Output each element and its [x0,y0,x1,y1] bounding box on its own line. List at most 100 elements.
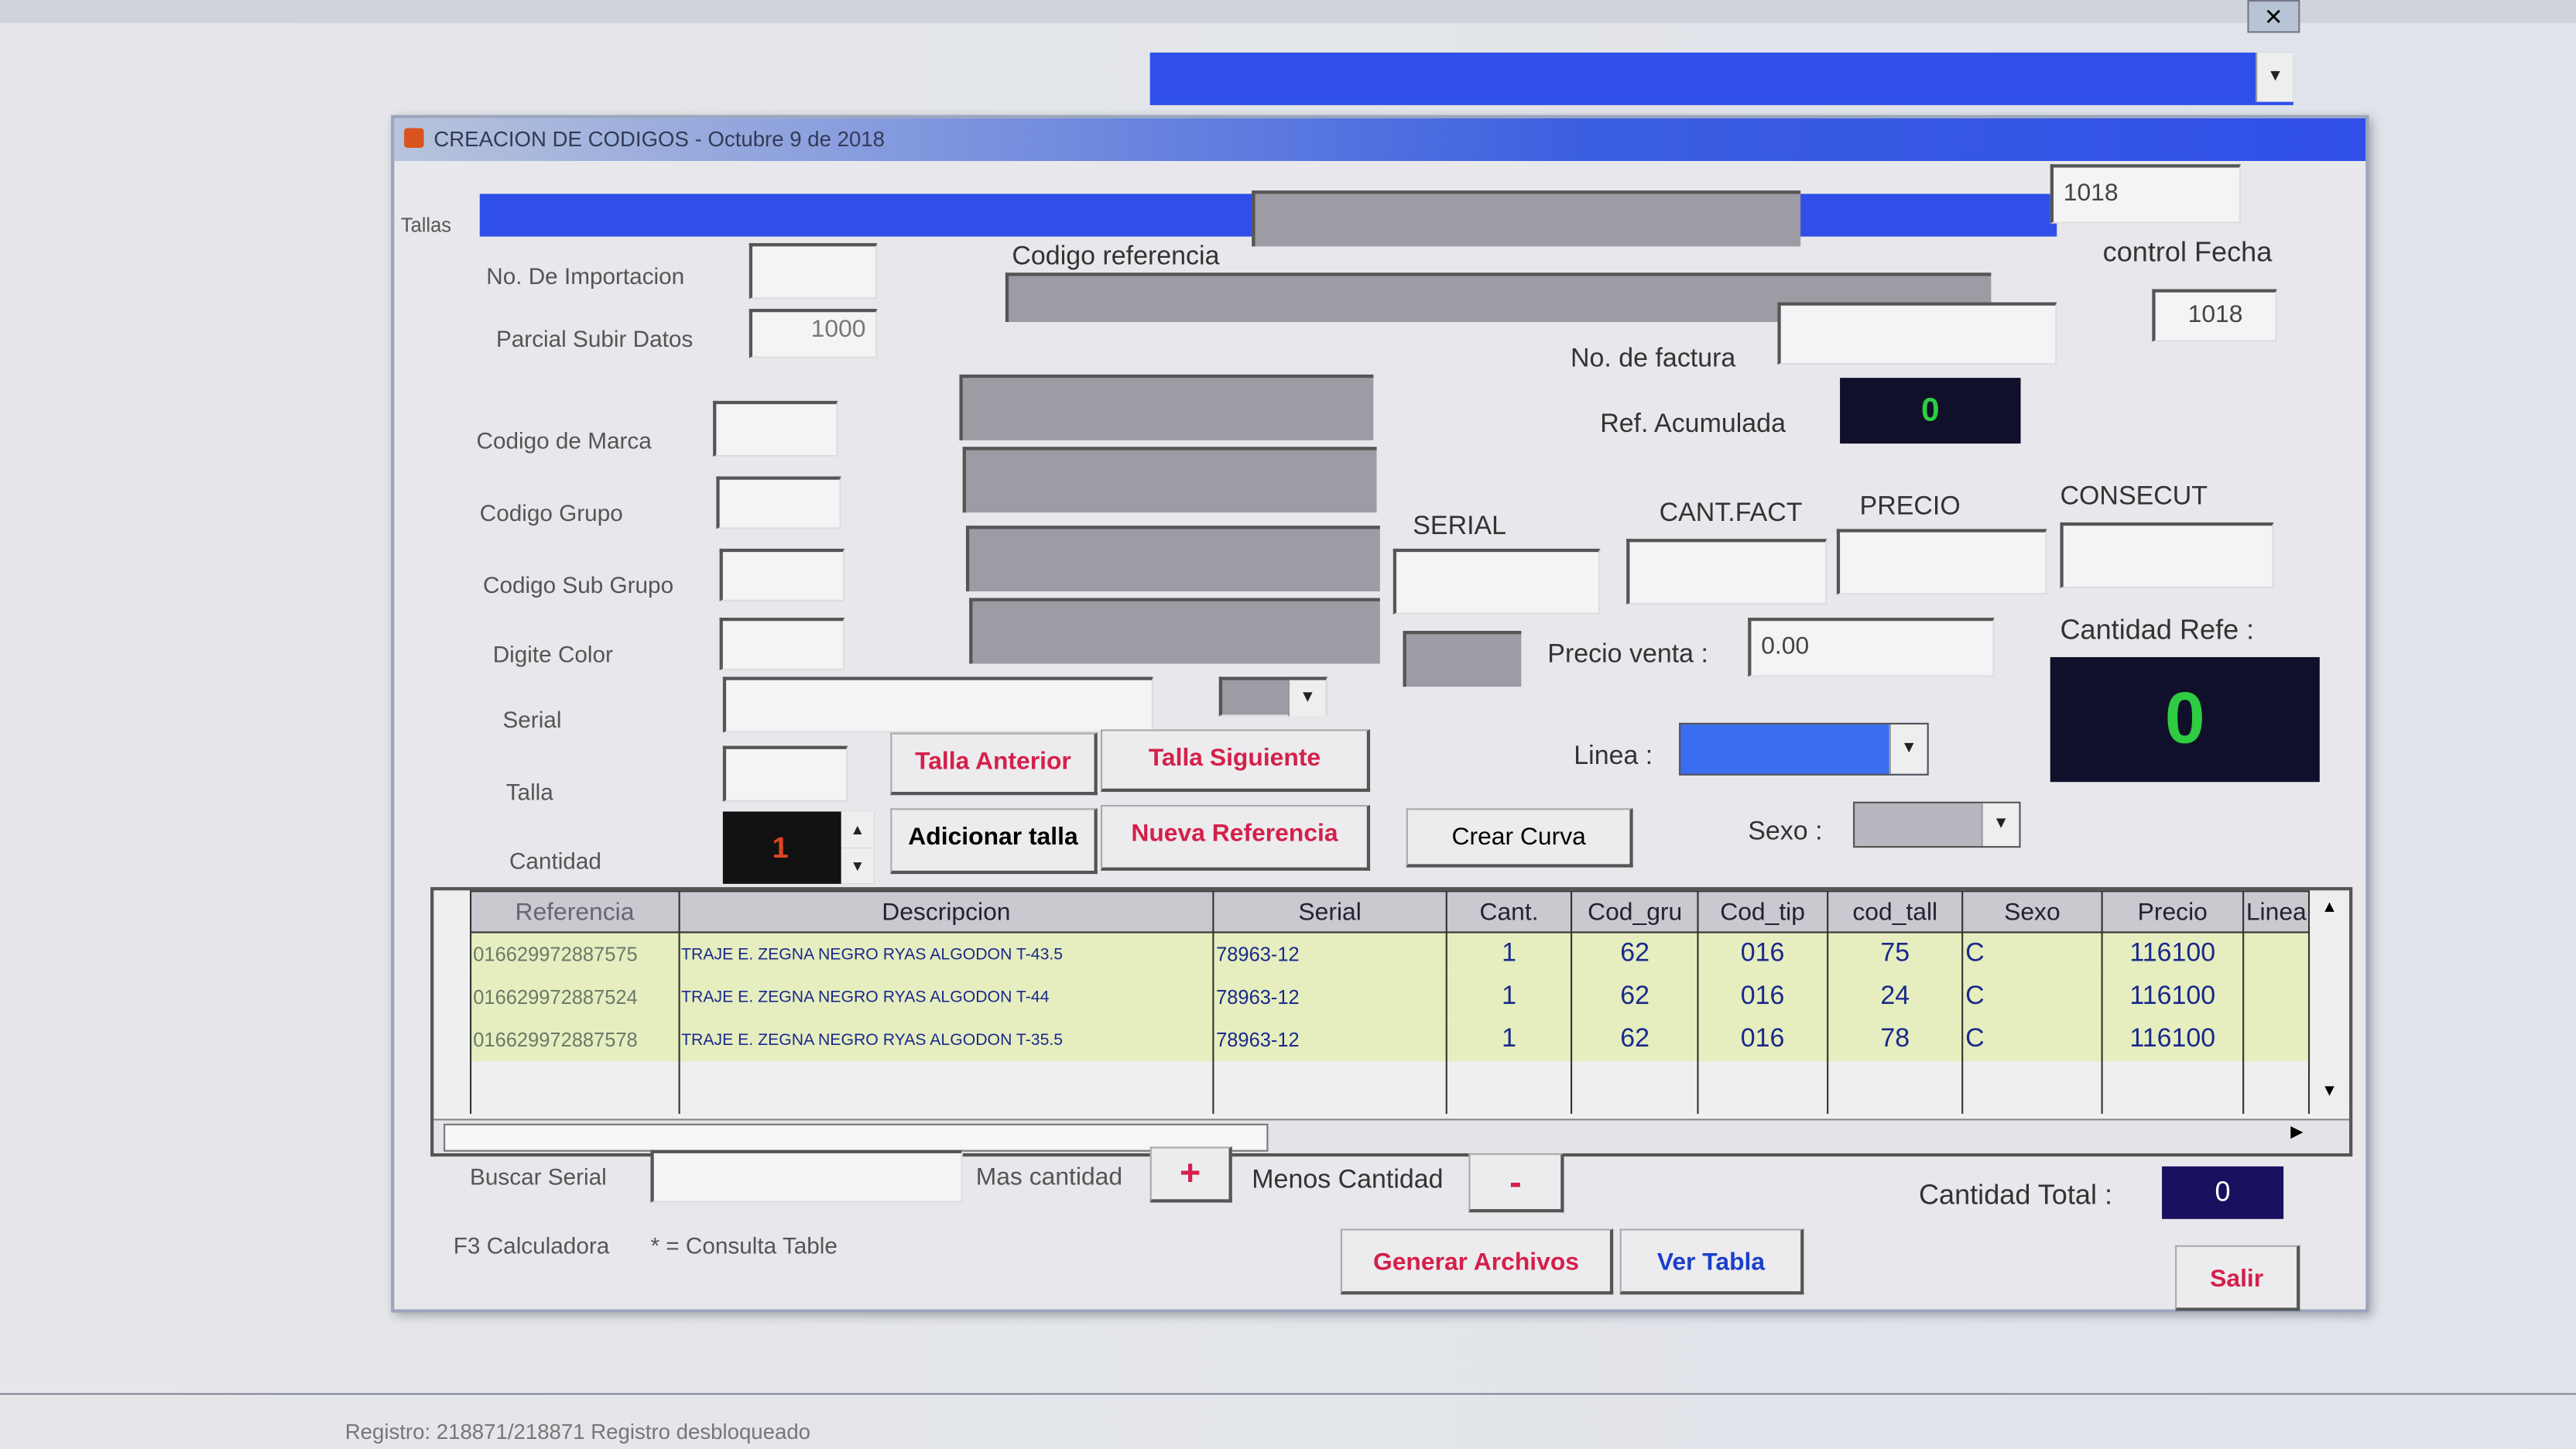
talla-siguiente-button[interactable]: Talla Siguiente [1101,729,1371,792]
outer-dropdown-bar[interactable]: ▼ [1149,52,2293,105]
chevron-down-icon[interactable]: ▼ [2256,52,2293,102]
codigo-referencia-field[interactable] [1252,190,1801,247]
statusbar-text: Registro: 218871/218871 Registro desbloq… [344,1419,811,1444]
cell-cant[interactable]: 1 [1445,932,1573,976]
cell-precio[interactable]: 116100 [2100,932,2245,976]
col-header-referencia[interactable]: Referencia [470,890,680,933]
control-fecha-label: control Fecha [2102,236,2273,268]
cell-sexo[interactable]: C [1961,932,2102,976]
codigo-marca-input[interactable] [713,400,838,457]
cell-cant[interactable]: 1 [1445,1018,1573,1062]
codigo-marca-label: Codigo de Marca [476,426,652,454]
cell-serial[interactable]: 78963-12 [1212,975,1447,1019]
chevron-down-icon[interactable]: ▼ [1981,803,2019,847]
cell-linea[interactable] [2242,932,2311,976]
cell-referencia[interactable]: 016629972887524 [470,975,680,1019]
col-header-precio[interactable]: Precio [2100,890,2245,933]
statusbar-divider [0,1392,2576,1395]
no-factura-label: No. de factura [1571,344,1736,373]
cell-serial[interactable]: 78963-12 [1212,932,1447,976]
cell-sexo[interactable]: C [1961,1018,2102,1062]
consecut-input[interactable] [2060,522,2274,588]
salir-button[interactable]: Salir [2175,1245,2300,1311]
mas-cantidad-button[interactable]: + [1149,1146,1232,1203]
serial-column-input[interactable] [1392,548,1601,615]
cell-cod-gru[interactable]: 62 [1571,975,1699,1019]
precio-input[interactable] [1836,529,2047,595]
crear-curva-button[interactable]: Crear Curva [1406,808,1633,868]
cell-cod-tall[interactable]: 78 [1826,1018,1964,1062]
generar-archivos-button[interactable]: Generar Archivos [1340,1228,1614,1295]
linea-dropdown[interactable]: ▼ [1679,722,1929,776]
data-grid[interactable]: Referencia Descripcion Serial Cant. Cod_… [430,887,2353,1157]
grid-hscrollbar[interactable]: ▶ [433,1118,2350,1153]
cell-linea[interactable] [2242,1018,2311,1062]
col-header-serial[interactable]: Serial [1212,890,1447,933]
cell-descripcion[interactable]: TRAJE E. ZEGNA NEGRO RYAS ALGODON T-35.5 [677,1018,1214,1062]
cell-linea[interactable] [2242,975,2311,1019]
cell-cod-tip[interactable]: 016 [1697,975,1828,1019]
cantidad-label: Cantidad [509,848,601,875]
col-header-sexo[interactable]: Sexo [1961,890,2102,933]
cell-cod-gru[interactable]: 62 [1571,1018,1699,1062]
cell-serial[interactable]: 78963-12 [1212,1018,1447,1062]
top-right-field-2[interactable]: 1018 [2152,289,2277,342]
no-factura-input[interactable] [1777,302,2057,365]
nueva-referencia-button[interactable]: Nueva Referencia [1101,804,1371,871]
top-right-field-1[interactable]: 1018 [2050,164,2241,224]
codigo-grupo-input[interactable] [716,476,841,529]
col-header-linea[interactable]: Linea [2242,890,2311,933]
cell-precio[interactable]: 116100 [2100,1018,2245,1062]
cant-fact-input[interactable] [1626,539,1828,605]
serial-input[interactable] [722,677,1153,733]
stepper-down-icon[interactable]: ▼ [841,848,875,884]
cell-descripcion[interactable]: TRAJE E. ZEGNA NEGRO RYAS ALGODON T-43.5 [677,932,1214,976]
talla-anterior-button[interactable]: Talla Anterior [890,732,1098,796]
cell-cod-gru[interactable]: 62 [1571,932,1699,976]
digite-color-input[interactable] [719,618,844,670]
cell-precio[interactable]: 116100 [2100,975,2245,1019]
cantidad-stepper[interactable]: 1 ▲ ▼ [722,811,875,884]
col-header-cod-tip[interactable]: Cod_tip [1697,890,1828,933]
buscar-serial-label: Buscar Serial [470,1163,607,1190]
serial-column-label: SERIAL [1413,512,1507,541]
table-row[interactable]: 016629972887524 TRAJE E. ZEGNA NEGRO RYAS… [470,975,2311,1019]
cell-cod-tall[interactable]: 24 [1826,975,1964,1019]
chevron-down-icon[interactable]: ▼ [1889,724,1927,774]
col-header-descripcion[interactable]: Descripcion [677,890,1214,933]
grid-scroll-down-icon[interactable]: ▼ [2310,1074,2350,1111]
cell-cod-tip[interactable]: 016 [1697,932,1828,976]
outer-close-button[interactable]: ✕ [2247,0,2300,33]
sexo-dropdown[interactable]: ▼ [1853,801,2021,848]
grid-scroll-up-icon[interactable]: ▲ [2310,890,2350,927]
parcial-subir-datos-input[interactable]: 1000 [748,309,878,358]
hscroll-thumb[interactable] [444,1123,1269,1152]
codigo-subgrupo-input[interactable] [719,548,844,601]
no-importacion-label: No. De Importacion [486,262,685,289]
cell-descripcion[interactable]: TRAJE E. ZEGNA NEGRO RYAS ALGODON T-44 [677,975,1214,1019]
col-header-cod-gru[interactable]: Cod_gru [1571,890,1699,933]
cell-cant[interactable]: 1 [1445,975,1573,1019]
ver-tabla-button[interactable]: Ver Tabla [1619,1228,1804,1295]
table-row[interactable]: 016629972887578 TRAJE E. ZEGNA NEGRO RYAS… [470,1018,2311,1062]
cell-cod-tip[interactable]: 016 [1697,1018,1828,1062]
serial-dropdown[interactable]: ▼ [1218,677,1327,717]
menos-cantidad-button[interactable]: - [1468,1153,1564,1213]
cell-cod-tall[interactable]: 75 [1826,932,1964,976]
scroll-right-icon[interactable]: ▶ [2290,1124,2303,1142]
no-importacion-input[interactable] [748,243,878,300]
talla-input[interactable] [722,745,848,802]
stepper-up-icon[interactable]: ▲ [841,811,875,848]
cell-referencia[interactable]: 016629972887575 [470,932,680,976]
adicionar-talla-button[interactable]: Adicionar talla [890,808,1098,875]
col-header-cod-tall[interactable]: cod_tall [1826,890,1964,933]
chevron-down-icon[interactable]: ▼ [1287,680,1326,717]
table-row[interactable]: 016629972887575 TRAJE E. ZEGNA NEGRO RYAS… [470,932,2311,976]
talla-label: Talla [505,779,553,805]
buscar-serial-input[interactable] [650,1149,963,1203]
linea-label: Linea : [1574,742,1653,771]
col-header-cant[interactable]: Cant. [1445,890,1573,933]
cell-sexo[interactable]: C [1961,975,2102,1019]
precio-venta-input[interactable]: 0.00 [1748,618,1995,677]
cell-referencia[interactable]: 016629972887578 [470,1018,680,1062]
